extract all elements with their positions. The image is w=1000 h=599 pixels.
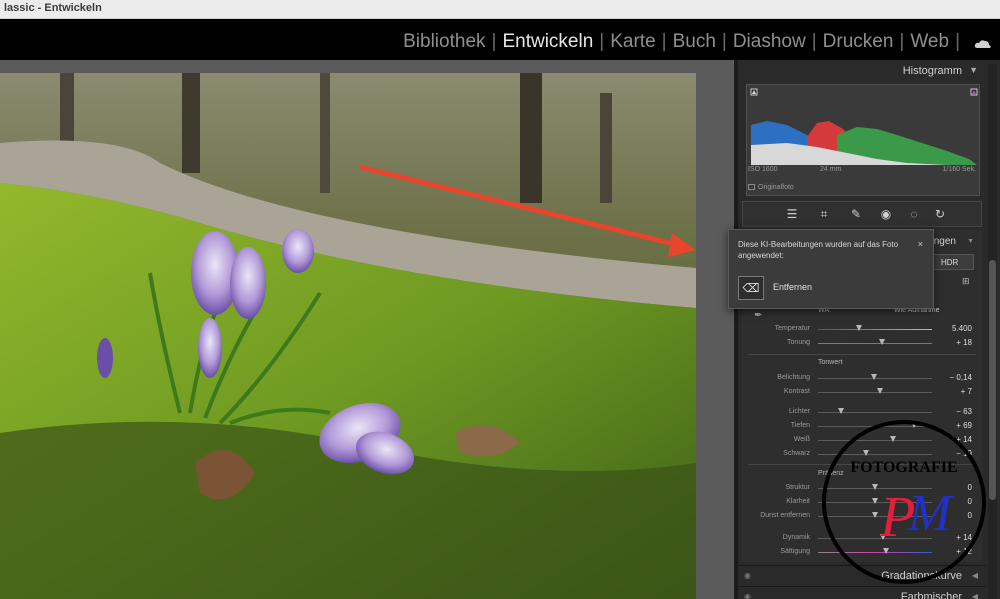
collapse-triangle-icon: ▼ [967,238,974,245]
slider-track [818,329,932,330]
slider-track [818,343,932,344]
module-separator: | [955,31,960,52]
original-photo-label: Originalfoto [758,184,794,191]
slider-thumb[interactable] [876,388,883,394]
slider-label: Weiß [793,436,810,443]
slider-thumb[interactable] [878,339,885,345]
slider-label: Lichter [788,408,810,415]
slider-label: Schwarz [783,450,810,457]
edit-icon[interactable]: ☰ [785,207,799,221]
histogram[interactable] [746,84,980,196]
slider-track [818,392,932,393]
slider-label: Temperatur [774,325,810,332]
photo-canvas [0,60,734,599]
redeye-icon[interactable]: ◉ [879,207,893,221]
slider-contrast[interactable]: Kontrast + 7 [742,386,982,398]
slider-label: Klarheit [786,498,810,505]
popup-message: Diese KI-Bearbeitungen wurden auf das Fo… [738,240,899,260]
photo-crocus[interactable] [0,73,696,599]
slider-exposure[interactable]: Belichtung − 0,14 [742,372,982,384]
histogram-title: Histogramm [902,65,962,77]
slider-value[interactable]: + 7 [961,387,972,396]
panel-color-mixer-label: Farbmischer [900,591,962,599]
visibility-icon[interactable]: ◉ [744,592,751,599]
shutter-speed: 1/160 Sek. [942,166,976,173]
slider-thumb[interactable] [870,374,877,380]
photo-image [0,73,696,599]
module-separator: | [721,31,727,52]
slider-track [818,412,932,413]
remove-edit-label[interactable]: Entfernen [773,282,812,292]
panel-scrollbar[interactable] [988,64,997,599]
watermark-text: FOTOGRAFIE [850,459,957,476]
ai-edits-popup: Diese KI-Bearbeitungen wurden auf das Fo… [728,229,934,309]
reset-icon[interactable]: ↻ [933,207,947,221]
slider-tint[interactable]: Tonung + 18 [742,337,982,349]
module-separator: | [811,31,817,52]
module-karte[interactable]: Karte [608,31,657,53]
slider-label: Sättigung [780,548,810,555]
slider-label: Dynamik [782,534,810,541]
slider-label: Kontrast [783,388,810,395]
module-drucken[interactable]: Drucken [821,31,896,53]
eyedropper-icon[interactable]: ✒ [754,310,762,321]
module-diashow[interactable]: Diashow [731,31,808,53]
module-bibliothek[interactable]: Bibliothek [401,31,487,53]
slider-temperature[interactable]: Temperatur 5.400 [742,323,982,335]
slider-thumb[interactable] [856,325,863,331]
slider-label: Tiefen [790,422,810,429]
module-web[interactable]: Web [908,31,951,53]
divider [748,354,976,355]
window-title: lassic - Entwickeln [4,2,102,14]
slider-label: Struktur [785,484,810,491]
tool-strip: ☰ ⌗ ✎ ◉ ◌ ↻ [742,201,982,227]
heal-icon[interactable]: ✎ [849,207,863,221]
slider-highlights[interactable]: Lichter − 63 [742,406,982,418]
module-separator: | [661,31,667,52]
slider-label: Tonung [787,339,810,346]
cloud-sync-icon[interactable] [974,39,992,49]
eraser-icon[interactable]: ⌫ [738,276,764,300]
grid-icon[interactable]: ⊞ [962,276,970,287]
close-icon[interactable]: × [918,239,923,249]
panel-color-mixer[interactable]: ◉ Farbmischer ◀ [738,586,986,599]
original-photo-toggle[interactable]: Originalfoto [748,184,794,191]
scrollbar-thumb[interactable] [989,260,996,500]
module-separator: | [491,31,497,52]
mask-icon[interactable]: ◌ [907,207,921,221]
module-entwickeln[interactable]: Entwickeln [500,31,595,53]
slider-label: Belichtung [777,374,810,381]
focal-length: 24 mm [820,166,842,173]
checkbox-icon [748,184,755,191]
window-title-bar: lassic - Entwickeln [0,0,1000,19]
hdr-label: HDR [941,258,959,267]
watermark-letter-m: M [907,485,954,542]
slider-value[interactable]: 5.400 [952,324,972,333]
histogram-header[interactable]: Histogramm ▼ [738,60,986,82]
crop-icon[interactable]: ⌗ [817,207,831,221]
collapse-triangle-icon: ▼ [969,65,978,75]
module-separator: | [899,31,905,52]
slider-value[interactable]: − 63 [956,407,972,416]
histogram-graph [750,88,978,165]
module-separator: | [599,31,605,52]
slider-thumb[interactable] [837,408,844,414]
slider-value[interactable]: + 18 [956,338,972,347]
slider-value[interactable]: − 0,14 [950,373,972,382]
watermark-logo: FOTOGRAFIE P M [822,420,986,584]
lightroom-window: lassic - Entwickeln Bibliothek | Entwick… [0,0,1000,599]
expand-triangle-icon: ◀ [971,592,978,599]
module-picker: Bibliothek | Entwickeln | Karte | Buch |… [0,19,1000,60]
visibility-icon[interactable]: ◉ [744,571,751,580]
tone-section-label: Tonwert [818,359,843,366]
slider-label: Dunst entfernen [760,512,810,519]
iso-value: ISO 1600 [748,166,778,173]
module-buch[interactable]: Buch [671,31,718,53]
